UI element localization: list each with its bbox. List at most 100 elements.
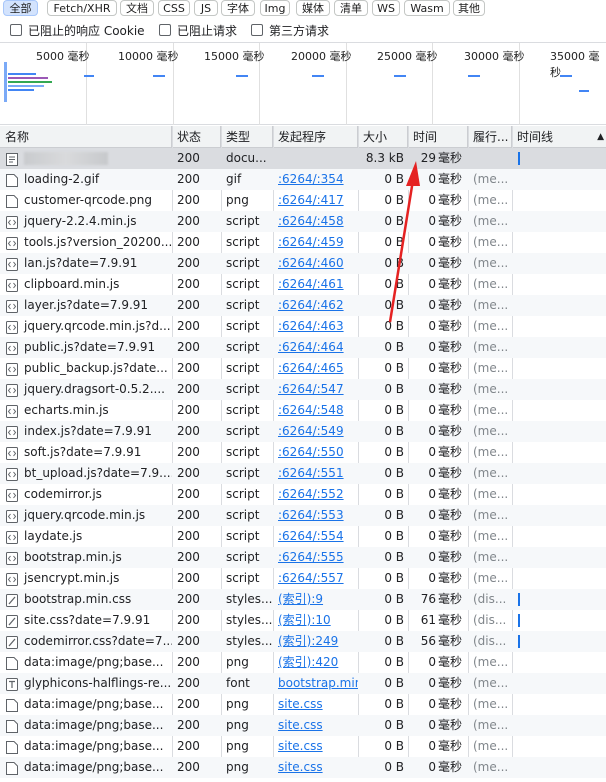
request-name[interactable]: data:image/png;base... xyxy=(0,694,172,715)
request-name[interactable]: data:image/png;base... xyxy=(0,757,172,778)
request-initiator[interactable]: (索引):9 xyxy=(273,589,358,610)
request-initiator[interactable]: :6264/:458 xyxy=(273,211,358,232)
column-header-name[interactable]: 名称 xyxy=(0,126,172,148)
request-name[interactable]: clipboard.min.js xyxy=(0,274,172,295)
request-name[interactable]: layer.js?date=7.9.91 xyxy=(0,295,172,316)
table-row[interactable]: 200 docu... 8.3 kB 29 毫秒 xyxy=(0,148,606,169)
request-name[interactable]: index.js?date=7.9.91 xyxy=(0,421,172,442)
table-row[interactable]: jsencrypt.min.js 200 script:6264/:557 0 B 0毫… xyxy=(0,568,606,589)
table-row[interactable]: jquery-2.2.4.min.js 200 script:6264/:458 0 … xyxy=(0,211,606,232)
blocked-request-checkbox[interactable]: 已阻止请求 xyxy=(159,23,237,39)
request-initiator[interactable]: :6264/:552 xyxy=(273,484,358,505)
table-row[interactable]: codemirror.js 200 script:6264/:552 0 B 0 毫秒 (m… xyxy=(0,484,606,505)
request-name[interactable]: tools.js?version_20200... xyxy=(0,232,172,253)
filter-doc[interactable]: 文档 xyxy=(120,0,154,16)
request-initiator[interactable]: (索引):10 xyxy=(273,610,358,631)
table-row[interactable]: data:image/png;base... 200 png site.css 0 B 0… xyxy=(0,757,606,778)
request-initiator[interactable]: :6264/:417 xyxy=(273,190,358,211)
request-name[interactable]: jquery.qrcode.min.js?d... xyxy=(0,316,172,337)
filter-fetch-xhr[interactable]: Fetch/XHR xyxy=(47,0,117,16)
request-name[interactable]: glyphicons-halflings-re... xyxy=(0,673,172,694)
request-initiator[interactable]: site.css xyxy=(273,757,358,778)
request-name[interactable]: site.css?date=7.9.91 xyxy=(0,610,172,631)
request-name[interactable]: codemirror.css?date=7.... xyxy=(0,631,172,652)
request-initiator[interactable]: :6264/:554 xyxy=(273,526,358,547)
table-row[interactable]: data:image/png;base... 200 png site.css 0 B 0… xyxy=(0,694,606,715)
filter-manifest[interactable]: 清单 xyxy=(334,0,368,16)
request-name[interactable]: bootstrap.min.js xyxy=(0,547,172,568)
request-initiator[interactable]: :6264/:460 xyxy=(273,253,358,274)
table-row[interactable]: codemirror.css?date=7.... 200 styles... (索引… xyxy=(0,631,606,652)
third-party-checkbox[interactable]: 第三方请求 xyxy=(251,23,329,39)
column-header-initiator[interactable]: 发起程序 xyxy=(273,126,358,148)
table-row[interactable]: layer.js?date=7.9.91 200 script:6264/:462 0… xyxy=(0,295,606,316)
request-name[interactable]: public_backup.js?date... xyxy=(0,358,172,379)
table-row[interactable]: jquery.qrcode.min.js?d... 200 script:6264/… xyxy=(0,316,606,337)
request-name[interactable]: jsencrypt.min.js xyxy=(0,568,172,589)
table-row[interactable]: data:image/png;base... 200 png site.css 0 B 0… xyxy=(0,715,606,736)
request-initiator[interactable]: :6264/:547 xyxy=(273,379,358,400)
table-row[interactable]: soft.js?date=7.9.91 200 script:6264/:550 0 … xyxy=(0,442,606,463)
filter-other[interactable]: 其他 xyxy=(453,0,485,16)
column-header-status[interactable]: 状态 xyxy=(172,126,221,148)
table-row[interactable]: public.js?date=7.9.91 200 script:6264/:464… xyxy=(0,337,606,358)
table-row[interactable]: clipboard.min.js 200 script:6264/:461 0 B 0毫… xyxy=(0,274,606,295)
request-initiator[interactable]: :6264/:463 xyxy=(273,316,358,337)
request-initiator[interactable]: :6264/:459 xyxy=(273,232,358,253)
filter-js[interactable]: JS xyxy=(194,0,218,16)
request-initiator[interactable]: :6264/:548 xyxy=(273,400,358,421)
request-name[interactable]: codemirror.js xyxy=(0,484,172,505)
blocked-cookie-checkbox[interactable]: 已阻止的响应 Cookie xyxy=(10,23,145,39)
request-initiator[interactable]: site.css xyxy=(273,715,358,736)
request-initiator[interactable]: site.css xyxy=(273,694,358,715)
request-name[interactable]: bootstrap.min.css xyxy=(0,589,172,610)
table-row[interactable]: bootstrap.min.js 200 script:6264/:555 0 B 0毫… xyxy=(0,547,606,568)
table-row[interactable]: customer-qrcode.png 200 png:6264/:417 0 B 0毫… xyxy=(0,190,606,211)
request-initiator[interactable]: (索引):249 xyxy=(273,631,358,652)
request-name[interactable]: loading-2.gif xyxy=(0,169,172,190)
filter-css[interactable]: CSS xyxy=(158,0,190,16)
table-row[interactable]: bt_upload.js?date=7.9.... 200 script:6264/… xyxy=(0,463,606,484)
checkbox-box[interactable] xyxy=(159,24,171,36)
column-header-time[interactable]: 时间 xyxy=(408,126,468,148)
table-row[interactable]: data:image/png;base... 200 png (索引):420 0 B 0… xyxy=(0,652,606,673)
request-initiator[interactable]: :6264/:550 xyxy=(273,442,358,463)
request-name[interactable]: jquery-2.2.4.min.js xyxy=(0,211,172,232)
filter-media[interactable]: 媒体 xyxy=(296,0,330,16)
table-row[interactable]: public_backup.js?date... 200 script:6264/:… xyxy=(0,358,606,379)
request-initiator[interactable]: :6264/:464 xyxy=(273,337,358,358)
table-row[interactable]: jquery.dragsort-0.5.2.... 200 script:6264/… xyxy=(0,379,606,400)
request-name[interactable]: data:image/png;base... xyxy=(0,715,172,736)
table-row[interactable]: echarts.min.js 200 script:6264/:548 0 B 0 毫秒 (… xyxy=(0,400,606,421)
checkbox-box[interactable] xyxy=(10,24,22,36)
request-initiator[interactable]: :6264/:553 xyxy=(273,505,358,526)
request-name[interactable]: laydate.js xyxy=(0,526,172,547)
filter-font[interactable]: 字体 xyxy=(221,0,255,16)
table-row[interactable]: jquery.qrcode.min.js 200 script:6264/:553 0… xyxy=(0,505,606,526)
column-header-type[interactable]: 类型 xyxy=(221,126,273,148)
column-header-timeline[interactable]: 时间线 ▲ xyxy=(512,126,606,148)
request-initiator[interactable]: (索引):420 xyxy=(273,652,358,673)
table-row[interactable]: data:image/png;base... 200 png site.css 0 B 0… xyxy=(0,736,606,757)
table-row[interactable]: tools.js?version_20200... 200 script:6264/… xyxy=(0,232,606,253)
column-header-size[interactable]: 大小 xyxy=(358,126,408,148)
request-initiator[interactable]: site.css xyxy=(273,736,358,757)
table-row[interactable]: laydate.js 200 script:6264/:554 0 B 0 毫秒 (me..… xyxy=(0,526,606,547)
filter-all[interactable]: 全部 xyxy=(3,0,38,16)
request-initiator[interactable]: :6264/:557 xyxy=(273,568,358,589)
request-initiator[interactable]: :6264/:461 xyxy=(273,274,358,295)
request-name[interactable]: lan.js?date=7.9.91 xyxy=(0,253,172,274)
request-name[interactable]: customer-qrcode.png xyxy=(0,190,172,211)
request-initiator[interactable]: :6264/:549 xyxy=(273,421,358,442)
request-name[interactable]: jquery.dragsort-0.5.2.... xyxy=(0,379,172,400)
request-initiator[interactable]: :6264/:555 xyxy=(273,547,358,568)
table-row[interactable]: site.css?date=7.9.91 200 styles... (索引):10 0… xyxy=(0,610,606,631)
request-name[interactable] xyxy=(0,148,172,169)
table-row[interactable]: index.js?date=7.9.91 200 script:6264/:549 0… xyxy=(0,421,606,442)
request-name[interactable]: jquery.qrcode.min.js xyxy=(0,505,172,526)
network-overview[interactable]: 5000 毫秒 10000 毫秒 15000 毫秒 20000 毫秒 25000… xyxy=(0,42,606,125)
request-initiator[interactable]: :6264/:462 xyxy=(273,295,358,316)
request-name[interactable]: echarts.min.js xyxy=(0,400,172,421)
request-initiator[interactable]: bootstrap.min xyxy=(273,673,358,694)
request-name[interactable]: soft.js?date=7.9.91 xyxy=(0,442,172,463)
